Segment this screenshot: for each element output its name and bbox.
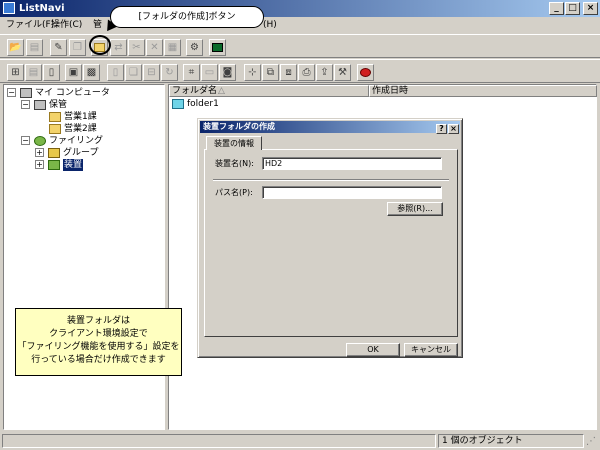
- help-button[interactable]: ?: [436, 124, 447, 134]
- stack-icon[interactable]: ⧈: [280, 64, 297, 81]
- tree-label-selected: 装置: [63, 159, 84, 171]
- note-line: 行っている場合だけ作成できます: [31, 355, 166, 365]
- listnavi-window: ListNavi _ □ × ファイル(F) 操作(C) 管 プ(H) 📂 ▤ …: [0, 0, 600, 450]
- maximize-button[interactable]: □: [565, 2, 580, 15]
- column-header-date[interactable]: 作成日時: [369, 85, 597, 97]
- ok-button[interactable]: OK: [346, 343, 400, 357]
- open-icon[interactable]: 📂: [7, 39, 24, 56]
- note-line: クライアント環境設定で: [49, 329, 148, 339]
- status-bar: 1 個のオブジェクト ⋰: [0, 432, 600, 450]
- thumbnail-icon[interactable]: ▩: [83, 64, 100, 81]
- tree-label: 営業2課: [64, 124, 97, 134]
- merge-icon[interactable]: ❏: [125, 64, 142, 81]
- toolbar-secondary: ⊞ ▤ ▯ ▣ ▩ ▯ ❏ ⊟ ↻ ⌗ ▭ ◙ ⊹ ⧉ ⧈ ⎙ ⇪ ⚒: [0, 59, 600, 83]
- scan-icon[interactable]: ⌗: [183, 64, 200, 81]
- copy-icon[interactable]: ❐: [69, 39, 86, 56]
- note-line: 「ファイリング機能を使用する」設定を: [17, 342, 180, 352]
- collapse-icon[interactable]: −: [7, 88, 16, 97]
- device-name-label: 装置名(N):: [215, 159, 254, 168]
- cabinet-icon: [34, 100, 46, 110]
- status-object-count: 1 個のオブジェクト: [438, 434, 584, 448]
- window-title: ListNavi: [19, 3, 65, 14]
- column-header-label: 作成日時: [372, 86, 409, 96]
- expand-icon[interactable]: +: [35, 148, 44, 157]
- tab-device-info[interactable]: 装置の情報: [206, 136, 262, 150]
- note-line: 装置フォルダは: [66, 316, 130, 326]
- app-icon: [3, 2, 15, 14]
- print-icon[interactable]: ▤: [26, 39, 43, 56]
- minimize-button[interactable]: _: [549, 2, 564, 15]
- browse-button[interactable]: 参照(R)...: [387, 202, 443, 216]
- filing-icon: [34, 136, 46, 146]
- dialog-title: 装置フォルダの作成: [203, 122, 275, 131]
- properties-icon[interactable]: ▦: [164, 39, 181, 56]
- split-icon[interactable]: ⊟: [143, 64, 160, 81]
- cancel-button[interactable]: キャンセル: [404, 343, 458, 357]
- cut-icon[interactable]: ✂: [128, 39, 145, 56]
- dialog-close-button[interactable]: ×: [448, 124, 459, 134]
- view-icon[interactable]: ▣: [65, 64, 82, 81]
- rotate-icon[interactable]: ↻: [161, 64, 178, 81]
- resize-grip-icon[interactable]: ⋰: [586, 436, 598, 448]
- note-box: 装置フォルダは クライアント環境設定で 「ファイリング機能を使用する」設定を 行…: [15, 308, 182, 376]
- folder-icon: [49, 112, 61, 122]
- callout-label: [フォルダの作成]ボタン: [110, 6, 264, 28]
- status-cell-main: [2, 434, 436, 448]
- device-name-input[interactable]: [262, 157, 442, 170]
- menu-operation[interactable]: 操作(C): [48, 17, 85, 33]
- register-icon[interactable]: ⊞: [7, 64, 24, 81]
- form-icon[interactable]: ▭: [201, 64, 218, 81]
- separator: [213, 179, 449, 181]
- tab-panel: 装置名(N): パス名(P): 参照(R)...: [204, 149, 458, 337]
- folder-tree[interactable]: − マイ コンピュータ − 保管 営業1課 営業2課 − ファイリング + グル…: [3, 84, 165, 430]
- send-icon[interactable]: ⇪: [316, 64, 333, 81]
- network-icon[interactable]: ⊹: [244, 64, 261, 81]
- folder-icon: [172, 99, 184, 109]
- compare-icon[interactable]: ⧉: [262, 64, 279, 81]
- collapse-icon[interactable]: −: [21, 100, 30, 109]
- edit-icon[interactable]: ✎: [50, 39, 67, 56]
- settings-icon[interactable]: ⚙: [186, 39, 203, 56]
- exit-icon[interactable]: [209, 39, 226, 56]
- move-icon[interactable]: ⇄: [110, 39, 127, 56]
- group-icon: [48, 148, 60, 158]
- book-icon[interactable]: ▯: [43, 64, 60, 81]
- list-item-name: folder1: [187, 99, 219, 109]
- create-device-folder-dialog: 装置フォルダの作成 ? × 装置の情報 装置名(N): パス名(P): 参照(R…: [197, 118, 463, 358]
- image-icon[interactable]: ◙: [219, 64, 236, 81]
- path-input[interactable]: [262, 186, 442, 199]
- print-doc-icon[interactable]: ▤: [25, 64, 42, 81]
- close-button[interactable]: ×: [583, 2, 598, 15]
- tree-label: マイ コンピュータ: [35, 88, 110, 98]
- device-icon: [48, 160, 60, 170]
- dialog-title-bar: 装置フォルダの作成 ? ×: [200, 121, 460, 134]
- path-label: パス名(P):: [215, 188, 253, 197]
- tree-label: 保管: [49, 100, 68, 110]
- computer-icon: [20, 88, 32, 98]
- collapse-icon[interactable]: −: [21, 136, 30, 145]
- folder-icon: [49, 124, 61, 134]
- tree-label: ファイリング: [49, 136, 104, 146]
- menu-bar: ファイル(F) 操作(C) 管 プ(H): [0, 17, 600, 33]
- column-header-label: フォルダ名: [172, 86, 218, 96]
- tools-icon[interactable]: ⚒: [334, 64, 351, 81]
- highlight-ring: [89, 35, 111, 55]
- tree-label: グループ: [63, 148, 99, 158]
- page-icon[interactable]: ▯: [107, 64, 124, 81]
- tree-label: 営業1課: [64, 112, 97, 122]
- expand-icon[interactable]: +: [35, 160, 44, 169]
- printer-icon[interactable]: ⎙: [298, 64, 315, 81]
- stop-icon[interactable]: [357, 64, 374, 81]
- sort-arrow-icon: △: [218, 86, 225, 96]
- column-header-name[interactable]: フォルダ名 △: [169, 85, 369, 97]
- delete-icon[interactable]: ✕: [146, 39, 163, 56]
- title-bar: ListNavi _ □ ×: [0, 0, 600, 17]
